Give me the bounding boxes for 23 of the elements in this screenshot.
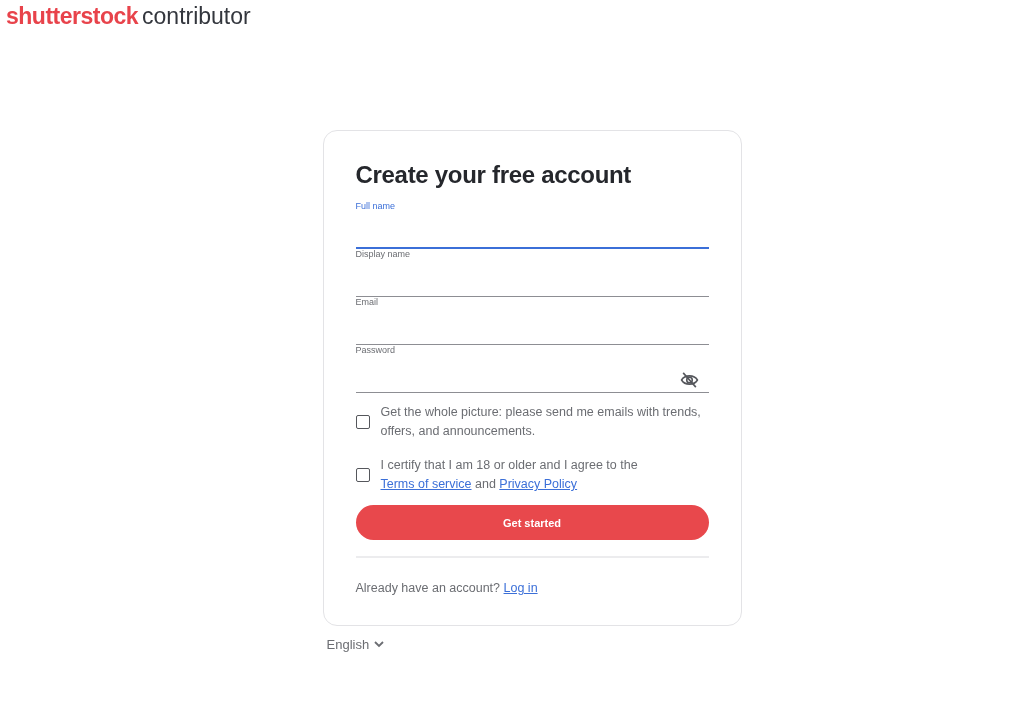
input-field[interactable]: Email bbox=[355, 297, 709, 345]
login-link[interactable]: Log in bbox=[503, 581, 538, 595]
consent-text: Get the whole picture: please send me emails with trends, offers, and announcements. bbox=[380, 404, 702, 440]
field-label: Email bbox=[355, 297, 378, 307]
text-link[interactable]: Terms of service bbox=[380, 477, 472, 491]
field-label: Display name bbox=[355, 249, 411, 259]
checkbox[interactable] bbox=[355, 415, 370, 429]
get-started-button[interactable]: Get started bbox=[355, 505, 709, 540]
language-selector[interactable]: English bbox=[326, 637, 385, 652]
logo-product: contributor bbox=[142, 3, 251, 30]
form-title: Create your free account bbox=[355, 161, 633, 189]
logo-brand: shutterstock bbox=[6, 3, 139, 30]
chevron-down-icon bbox=[374, 641, 385, 648]
input-field[interactable]: Password bbox=[355, 345, 709, 393]
eye-slash-icon[interactable] bbox=[679, 372, 699, 388]
input-field[interactable]: Display name bbox=[355, 249, 709, 297]
checkbox[interactable] bbox=[355, 468, 370, 482]
field-label: Password bbox=[355, 345, 395, 355]
login-prompt: Already have an account? Log in bbox=[355, 581, 539, 595]
field-label: Full name bbox=[355, 201, 395, 211]
consent-text: I certify that I am 18 or older and I agree to the Terms of service and Privacy Policy bbox=[380, 457, 639, 493]
input-field[interactable]: Full name bbox=[355, 201, 709, 249]
text-link[interactable]: Privacy Policy bbox=[499, 477, 578, 491]
